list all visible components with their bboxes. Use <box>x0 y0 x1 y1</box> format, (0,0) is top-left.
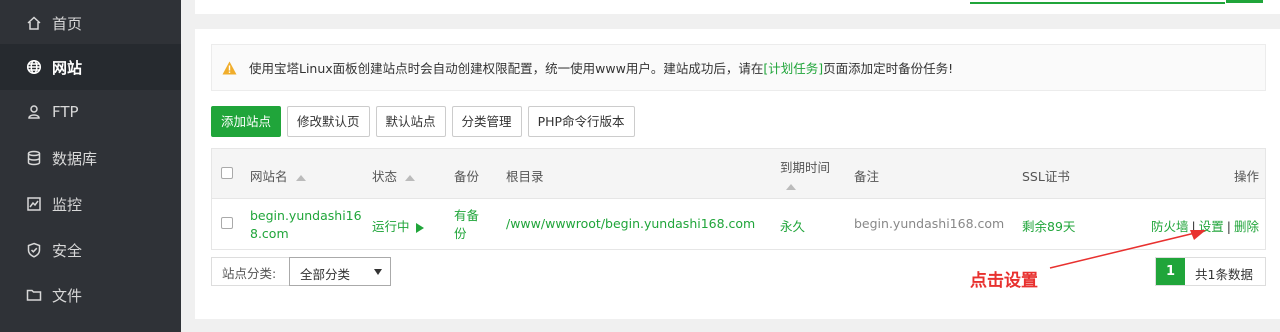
header-expire[interactable]: 到期时间 <box>780 157 830 191</box>
sidebar-item-label: FTP <box>52 103 79 121</box>
sidebar-item-files[interactable]: 文件 <box>0 272 181 318</box>
ssl-status[interactable]: 剩余89天 <box>1022 216 1075 235</box>
add-site-button[interactable]: 添加站点 <box>211 106 282 137</box>
row-checkbox[interactable] <box>221 217 233 229</box>
delete-link[interactable]: 删除 <box>1234 219 1259 234</box>
header-backup: 备份 <box>454 169 480 184</box>
pagination: 1 共1条数据 <box>1155 257 1266 286</box>
sidebar-item-security[interactable]: 安全 <box>0 227 181 273</box>
shield-icon <box>26 242 42 258</box>
notice-text: 使用宝塔Linux面板创建站点时会自动创建权限配置，统一使用www用户。建站成功… <box>249 61 764 76</box>
notice-banner: 使用宝塔Linux面板创建站点时会自动创建权限配置，统一使用www用户。建站成功… <box>211 44 1266 91</box>
header-remark: 备注 <box>854 169 880 184</box>
header-actions: 操作 <box>1234 169 1260 184</box>
table-header: 网站名 状态 备份 根目录 到期时间 备注 SSL证书 操作 <box>212 149 1265 199</box>
select-all-checkbox[interactable] <box>221 167 233 179</box>
total-count: 共1条数据 <box>1195 267 1253 282</box>
warning-icon <box>222 61 237 74</box>
status-toggle[interactable]: 运行中 <box>372 216 424 235</box>
sidebar-item-home[interactable]: 首页 <box>0 0 181 46</box>
settings-link[interactable]: 设置 <box>1199 219 1224 234</box>
sidebar-item-label: 文件 <box>52 286 83 305</box>
header-site-name[interactable]: 网站名 <box>250 166 306 185</box>
sidebar-item-label: 首页 <box>52 14 83 33</box>
sidebar-item-label: 网站 <box>52 58 83 77</box>
sidebar-item-database[interactable]: 数据库 <box>0 135 181 181</box>
notice-text-end: 页面添加定时备份任务! <box>823 61 954 76</box>
sidebar-item-label: 安全 <box>52 241 83 260</box>
toolbar: 添加站点 修改默认页 默认站点 分类管理 PHP命令行版本 <box>211 106 635 137</box>
sidebar-item-label: 监控 <box>52 195 83 214</box>
search-button[interactable] <box>1226 0 1263 3</box>
page-1-button[interactable]: 1 <box>1156 258 1185 285</box>
header-ssl: SSL证书 <box>1022 169 1070 184</box>
play-icon <box>415 222 424 233</box>
remark-text[interactable]: begin.yundashi168.com <box>854 216 1004 231</box>
site-name-link[interactable]: begin.yundashi16 8.com <box>250 207 362 243</box>
home-icon <box>26 15 42 31</box>
category-label: 站点分类: <box>222 266 277 281</box>
monitor-icon <box>26 196 42 212</box>
category-selected-value: 全部分类 <box>300 267 351 282</box>
sort-icon <box>405 174 416 181</box>
expire-date[interactable]: 永久 <box>780 216 805 235</box>
php-cli-version-button[interactable]: PHP命令行版本 <box>527 106 635 137</box>
database-icon <box>26 150 42 166</box>
category-select[interactable]: 全部分类 <box>289 257 391 286</box>
search-input[interactable] <box>970 0 1225 4</box>
site-table: 网站名 状态 备份 根目录 到期时间 备注 SSL证书 操作 begin.yun… <box>211 148 1266 250</box>
sidebar: 首页 网站 FTP 数据库 监控 安全 文件 <box>0 0 181 332</box>
sidebar-item-label: 数据库 <box>52 149 98 168</box>
default-site-button[interactable]: 默认站点 <box>375 106 446 137</box>
backup-link[interactable]: 有备份 <box>454 207 479 243</box>
sidebar-item-ftp[interactable]: FTP <box>0 89 181 135</box>
row-actions: 防火墙 | 设置 | 删除 <box>1151 219 1259 234</box>
folder-icon <box>26 287 42 303</box>
sort-icon <box>786 183 796 190</box>
cron-task-link[interactable]: [计划任务] <box>763 58 823 77</box>
header-status[interactable]: 状态 <box>372 166 416 185</box>
sidebar-item-website[interactable]: 网站 <box>0 44 181 90</box>
category-manage-button[interactable]: 分类管理 <box>451 106 522 137</box>
header-root-dir: 根目录 <box>506 169 544 184</box>
firewall-link[interactable]: 防火墙 <box>1151 219 1189 234</box>
edit-default-page-button[interactable]: 修改默认页 <box>287 106 370 137</box>
sidebar-item-monitor[interactable]: 监控 <box>0 181 181 227</box>
ftp-icon <box>26 104 42 120</box>
root-dir-link[interactable]: /www/wwwroot/begin.yundashi168.com <box>506 216 755 231</box>
globe-icon <box>26 59 42 75</box>
annotation-text: 点击设置 <box>970 271 1038 291</box>
chevron-down-icon <box>374 269 382 275</box>
sort-icon <box>295 174 306 181</box>
